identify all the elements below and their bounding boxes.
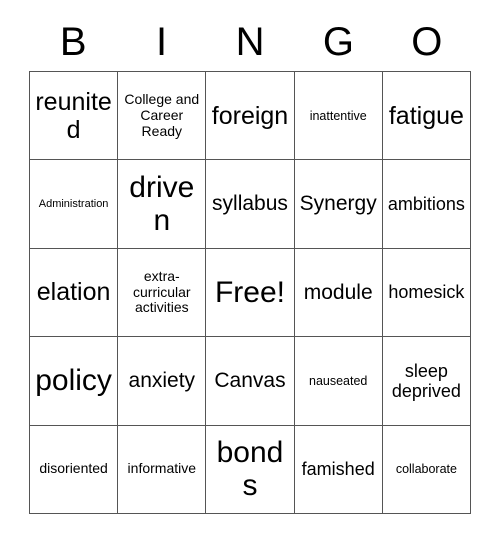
bingo-cell-label: extra-curricular activities [133, 267, 191, 316]
bingo-cell[interactable]: Canvas [206, 337, 295, 426]
bingo-cell-label: Free! [214, 275, 285, 309]
bingo-cell-label: elation [36, 278, 111, 307]
bingo-cell[interactable]: module [294, 248, 383, 338]
bingo-cell-label: homesick [388, 282, 465, 303]
bingo-cell[interactable]: ambitions [382, 160, 471, 249]
bingo-cell[interactable]: informative [118, 425, 207, 514]
bingo-card: B I N G O reunited College and Career Re… [0, 0, 500, 544]
bingo-cell-label: collaborate [395, 462, 457, 477]
bingo-cell[interactable]: bonds [206, 425, 295, 514]
bingo-cell[interactable]: College and Career Ready [118, 72, 207, 161]
bingo-header-letter-n: N [235, 20, 265, 64]
bingo-cell-label: bonds [216, 435, 284, 503]
bingo-header-letter-g: G [322, 20, 354, 64]
bingo-cell-label: Synergy [299, 192, 377, 216]
bingo-cell-label: reunited [35, 87, 112, 144]
bingo-cell-label: sleep deprived [391, 360, 461, 401]
bingo-grid: reunited College and Career Ready foreig… [29, 71, 471, 514]
bingo-header-letter-i: I [156, 20, 168, 64]
bingo-cell[interactable]: homesick [382, 248, 471, 338]
bingo-cell[interactable]: famished [294, 425, 383, 514]
bingo-cell[interactable]: nauseated [294, 337, 383, 426]
bingo-cell[interactable]: collaborate [382, 425, 471, 514]
bingo-cell-label: driven [129, 170, 195, 238]
bingo-cell[interactable]: elation [30, 248, 119, 338]
bingo-cell-label: College and Career Ready [124, 91, 200, 139]
bingo-header-letter-b: B [59, 20, 87, 64]
bingo-header-letter-o: O [411, 20, 443, 64]
bingo-cell[interactable]: Administration [30, 160, 119, 249]
bingo-cell[interactable]: driven [118, 160, 207, 249]
bingo-cell-label: Canvas [214, 369, 286, 393]
bingo-header-row: B I N G O [29, 16, 471, 68]
bingo-cell-label: ambitions [387, 194, 465, 215]
bingo-cell-label: informative [127, 460, 197, 477]
bingo-cell-label: famished [301, 459, 375, 480]
bingo-cell[interactable]: fatigue [382, 72, 471, 161]
bingo-cell-label: foreign [211, 101, 289, 130]
bingo-cell[interactable]: disoriented [30, 425, 119, 514]
bingo-cell-label: policy [35, 364, 112, 398]
bingo-cell[interactable]: anxiety [118, 337, 207, 426]
bingo-cell-label: fatigue [388, 101, 464, 130]
bingo-cell[interactable]: inattentive [294, 72, 383, 161]
bingo-cell[interactable]: Synergy [294, 160, 383, 249]
bingo-cell-label: syllabus [212, 192, 288, 216]
bingo-cell[interactable]: syllabus [206, 160, 295, 249]
bingo-cell-label: inattentive [309, 108, 367, 123]
bingo-cell-label: Administration [38, 197, 109, 210]
bingo-cell-label: module [303, 280, 373, 304]
bingo-cell-label: disoriented [39, 460, 108, 477]
bingo-cell-free-space[interactable]: Free! [206, 248, 295, 338]
bingo-cell[interactable]: sleep deprived [382, 337, 471, 426]
bingo-cell[interactable]: extra-curricular activities [118, 248, 207, 338]
bingo-cell[interactable]: reunited [30, 72, 119, 161]
bingo-cell-label: anxiety [128, 369, 196, 393]
bingo-cell-label: nauseated [309, 373, 368, 388]
bingo-cell[interactable]: policy [30, 337, 119, 426]
bingo-cell[interactable]: foreign [206, 72, 295, 161]
